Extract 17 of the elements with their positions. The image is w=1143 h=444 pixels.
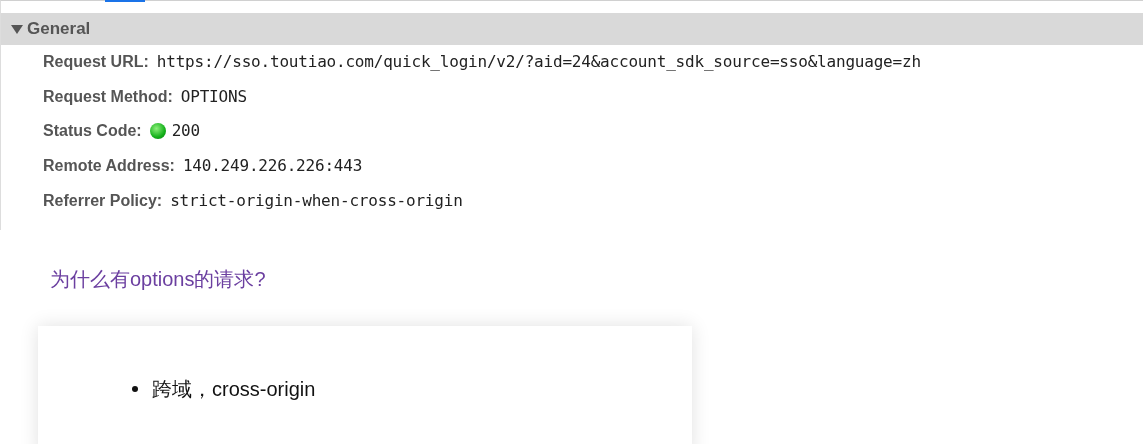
field-value: OPTIONS	[180, 85, 247, 108]
field-label: Status Code:	[43, 121, 142, 142]
status-dot-icon	[149, 123, 166, 140]
field-label: Request URL:	[43, 52, 149, 73]
section-title: General	[27, 18, 91, 41]
field-value: 140.249.226.226:443	[182, 155, 363, 178]
article-heading: 为什么有options的请求?	[50, 267, 267, 292]
field-value: 200	[171, 120, 200, 143]
section-header[interactable]: General	[1, 13, 1143, 45]
field-label: Remote Address:	[43, 156, 175, 177]
expand-triangle-icon[interactable]	[11, 24, 23, 34]
list-item-text: 跨域，cross-origin	[152, 377, 316, 402]
field-label: Referrer Policy:	[43, 190, 163, 211]
field-value: strict-origin-when-cross-origin	[170, 189, 463, 212]
bullet-icon	[132, 386, 138, 392]
field-label: Request Method:	[43, 86, 173, 107]
field-value: https://sso.toutiao.com/quick_login/v2/?aid=24&account_sdk_source=sso&language=zh	[156, 51, 921, 74]
